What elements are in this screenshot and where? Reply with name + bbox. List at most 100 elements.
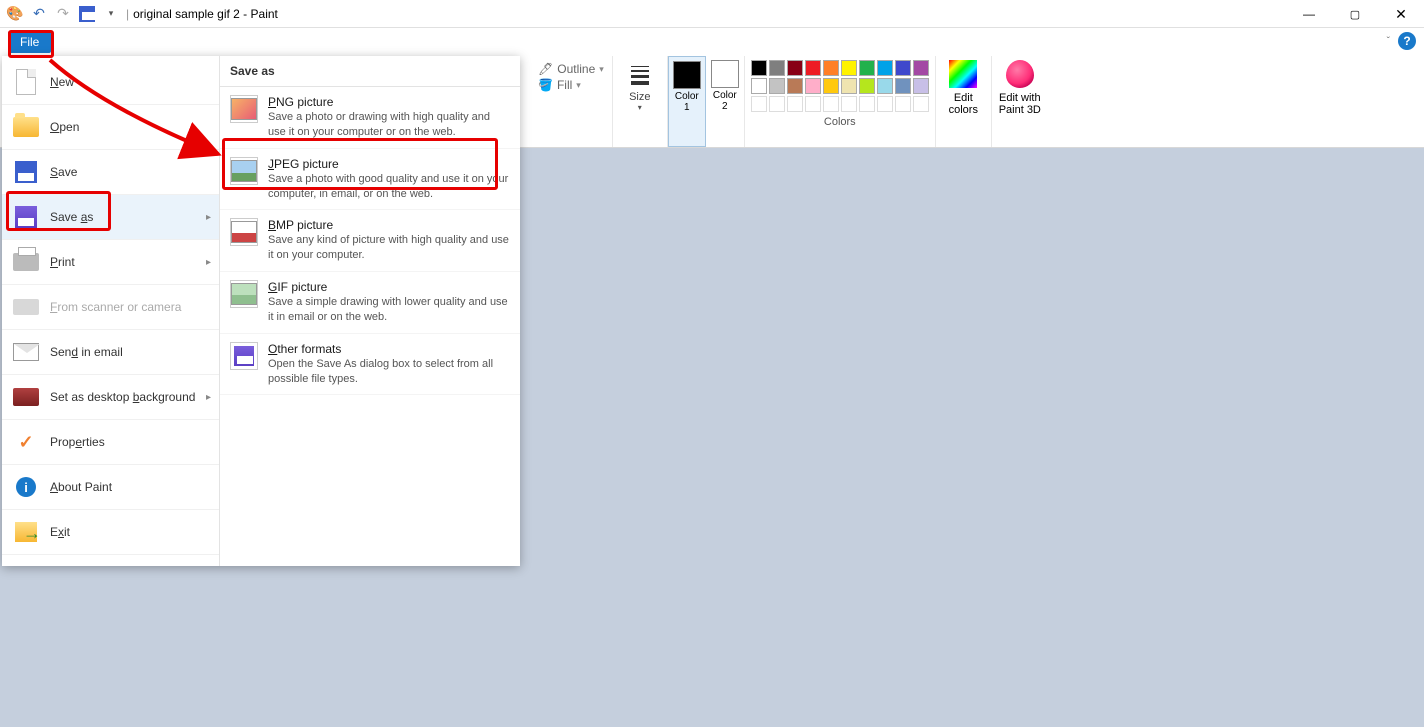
from-scanner-or-camera-icon (12, 295, 40, 319)
saveas-desc: Open the Save As dialog box to select fr… (268, 357, 510, 387)
shape-style-group: 🖊Outline ▾ 🪣Fill ▾ (530, 56, 613, 147)
file-menu-label: Print (50, 255, 75, 269)
custom-color-slot[interactable] (787, 96, 803, 112)
outline-button[interactable]: 🖊Outline ▾ (538, 62, 604, 76)
saveas-png[interactable]: PNG pictureSave a photo or drawing with … (220, 87, 520, 149)
undo-button[interactable]: ↶ (28, 3, 50, 25)
saveas-header: Save as (220, 56, 520, 87)
color-swatch[interactable] (787, 60, 803, 76)
titlebar-separator: | (126, 7, 129, 21)
file-menu-set-as-desktop-background[interactable]: Set as desktop background▸ (2, 375, 219, 420)
file-menu-about-paint[interactable]: iAbout Paint (2, 465, 219, 510)
open-icon (12, 115, 40, 139)
color-swatch[interactable] (877, 78, 893, 94)
file-menu-label: Send in email (50, 345, 123, 359)
custom-color-slot[interactable] (895, 96, 911, 112)
color-swatch[interactable] (769, 78, 785, 94)
edit-colors-button[interactable]: Edit colors (936, 56, 992, 147)
app-icon[interactable]: 🎨 (4, 3, 26, 25)
custom-color-slot[interactable] (751, 96, 767, 112)
file-tab[interactable]: File (8, 31, 51, 53)
window-controls: — ▢ ✕ (1286, 0, 1424, 28)
custom-color-slot[interactable] (769, 96, 785, 112)
properties-icon: ✓ (12, 430, 40, 454)
saveas-other[interactable]: Other formatsOpen the Save As dialog box… (220, 334, 520, 396)
color-swatch[interactable] (805, 78, 821, 94)
color-swatch[interactable] (787, 78, 803, 94)
color-swatch[interactable] (751, 60, 767, 76)
save-qat-button[interactable] (76, 3, 98, 25)
close-button[interactable]: ✕ (1378, 0, 1424, 28)
jpeg-icon (230, 157, 258, 185)
save-icon (12, 160, 40, 184)
submenu-caret-icon: ▸ (206, 212, 211, 223)
color-swatch[interactable] (913, 60, 929, 76)
redo-button[interactable]: ↷ (52, 3, 74, 25)
file-menu-from-scanner-or-camera[interactable]: From scanner or camera (2, 285, 219, 330)
file-menu-label: From scanner or camera (50, 300, 181, 314)
outline-icon: 🖊 (538, 62, 553, 76)
color-swatch[interactable] (877, 60, 893, 76)
color-swatch[interactable] (841, 60, 857, 76)
size-button[interactable]: Size ▾ (619, 60, 661, 112)
custom-color-slot[interactable] (841, 96, 857, 112)
qat-dropdown[interactable]: ▾ (100, 3, 122, 25)
color-swatch[interactable] (823, 60, 839, 76)
help-icon[interactable]: ? (1398, 32, 1416, 50)
ribbon-collapse-icon[interactable]: ˇ (1387, 36, 1390, 47)
paint3d-button[interactable]: Edit with Paint 3D (992, 56, 1048, 147)
saveas-title: GIF picture (268, 280, 510, 294)
file-menu-save-as[interactable]: Save as ▸ (2, 195, 219, 240)
saveas-title: BMP picture (268, 218, 510, 232)
file-menu-open[interactable]: Open (2, 105, 219, 150)
custom-color-slot[interactable] (913, 96, 929, 112)
rainbow-icon (949, 60, 977, 88)
file-menu-column: NewOpenSaveSave as▸Print▸From scanner or… (2, 56, 220, 566)
set-as-desktop-background-icon (12, 385, 40, 409)
color-swatch[interactable] (823, 78, 839, 94)
color-swatch[interactable] (805, 60, 821, 76)
file-menu-label: Save as (50, 210, 93, 224)
saveas-desc: Save a simple drawing with lower quality… (268, 295, 510, 325)
color-swatch[interactable] (913, 78, 929, 94)
custom-color-slot[interactable] (859, 96, 875, 112)
color-swatch[interactable] (751, 78, 767, 94)
color-swatch[interactable] (859, 78, 875, 94)
file-menu-send-in-email[interactable]: Send in email (2, 330, 219, 375)
fill-button[interactable]: 🪣Fill ▾ (538, 78, 604, 92)
file-menu-properties[interactable]: ✓Properties (2, 420, 219, 465)
custom-color-slot[interactable] (877, 96, 893, 112)
new-icon (12, 70, 40, 94)
color-palette: Colors (745, 56, 936, 147)
saveas-gif[interactable]: GIF pictureSave a simple drawing with lo… (220, 272, 520, 334)
custom-color-slot[interactable] (805, 96, 821, 112)
custom-color-slot[interactable] (823, 96, 839, 112)
color-swatch[interactable] (841, 78, 857, 94)
color-swatch[interactable] (895, 60, 911, 76)
saveas-desc: Save a photo with good quality and use i… (268, 172, 510, 202)
file-menu-save[interactable]: Save (2, 150, 219, 195)
saveas-desc: Save a photo or drawing with high qualit… (268, 110, 510, 140)
file-menu-print[interactable]: Print▸ (2, 240, 219, 285)
file-menu-label: New (50, 75, 74, 89)
file-menu-exit[interactable]: Exit (2, 510, 219, 555)
saveas-title: PNG picture (268, 95, 510, 109)
color-swatch[interactable] (895, 78, 911, 94)
color1-button[interactable]: Color 1 (668, 56, 706, 147)
saveas-title: Other formats (268, 342, 510, 356)
saveas-bmp[interactable]: BMP pictureSave any kind of picture with… (220, 210, 520, 272)
print-icon (12, 250, 40, 274)
color2-button[interactable]: Color 2 (706, 56, 744, 147)
color-swatch[interactable] (859, 60, 875, 76)
file-menu: NewOpenSaveSave as▸Print▸From scanner or… (2, 56, 520, 566)
saveas-title: JPEG picture (268, 157, 510, 171)
maximize-button[interactable]: ▢ (1332, 0, 1378, 28)
minimize-button[interactable]: — (1286, 0, 1332, 28)
size-group: Size ▾ (613, 56, 668, 147)
submenu-caret-icon: ▸ (206, 392, 211, 403)
color-swatch[interactable] (769, 60, 785, 76)
file-menu-new[interactable]: New (2, 60, 219, 105)
about-paint-icon: i (12, 475, 40, 499)
saveas-jpeg[interactable]: JPEG pictureSave a photo with good quali… (220, 149, 520, 211)
saveas-submenu: Save as PNG pictureSave a photo or drawi… (220, 56, 520, 566)
